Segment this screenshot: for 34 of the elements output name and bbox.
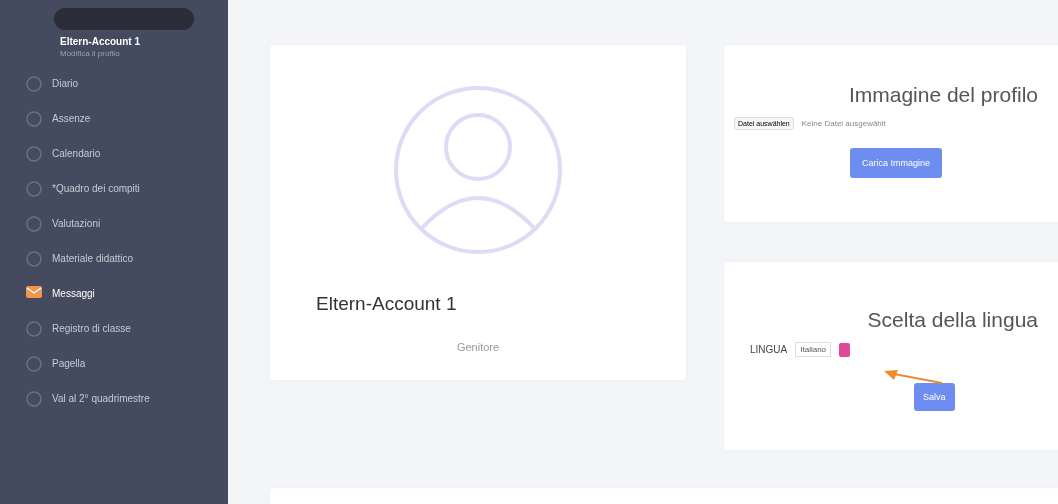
user-name: Eltern-Account 1 [60,36,141,47]
sidebar-item[interactable]: Materiale didattico [26,243,228,278]
profile-role: Genitore [456,341,500,353]
circle-icon [26,111,42,127]
edit-profile-link[interactable]: Modifica il profilo [60,49,228,58]
language-label: LINGUA [750,344,788,355]
circle-icon [26,321,42,337]
circle-icon [26,76,42,92]
upload-image-button[interactable]: Carica Immagine [850,148,943,178]
sidebar-item[interactable]: Messaggi [26,278,228,313]
file-status: Keine Datei ausgewählt [801,119,886,128]
save-button[interactable]: Salva [914,383,955,411]
sidebar-item[interactable]: Calendario [26,138,228,173]
sidebar-item[interactable]: Pagella [26,348,228,383]
sidebar-item[interactable]: Assenze [26,103,228,138]
circle-icon [26,146,42,162]
dropdown-toggle[interactable] [839,342,851,357]
sidebar-item[interactable]: Diario [26,68,228,103]
circle-icon [26,181,42,197]
circle-icon [26,391,42,407]
sidebar-item[interactable]: *Quadro dei compiti [26,173,228,208]
circle-icon [26,216,42,232]
sidebar-item[interactable]: Registro di classe [26,313,228,348]
envelope-icon [26,286,42,298]
card-title: Immagine del profilo [847,83,1039,107]
card-title: Scelta della lingua [866,308,1039,332]
sidebar-item[interactable]: Valutazioni [26,208,228,243]
profile-name: Eltern-Account 1 [316,293,457,315]
circle-icon [26,356,42,372]
avatar-icon [393,85,563,255]
sidebar-item[interactable]: Val al 2° quadrimestre [26,383,228,418]
language-select[interactable]: Italiano [795,342,832,357]
arrow-annotation [884,370,944,384]
circle-icon [26,251,42,267]
